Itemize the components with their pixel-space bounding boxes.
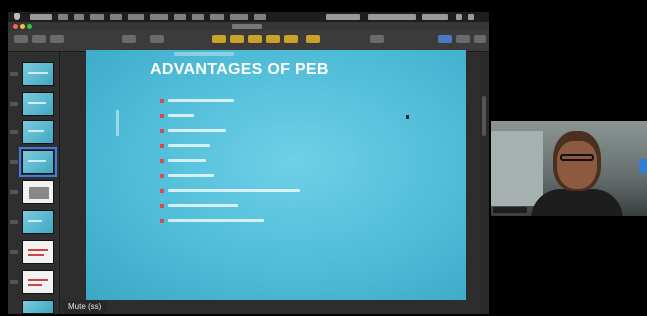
scroll-thumb[interactable] [482, 96, 486, 136]
chart-button[interactable] [230, 35, 244, 43]
keynote-toolbar [8, 31, 489, 52]
slide-number [10, 72, 18, 76]
zoom-button[interactable] [32, 35, 46, 43]
app-menu[interactable] [30, 14, 52, 20]
slide-number [10, 190, 18, 194]
camera-tab-icon[interactable] [639, 159, 647, 173]
slide-thumbnail[interactable] [22, 240, 54, 264]
bullet-marker [160, 219, 164, 223]
participant-face [557, 141, 597, 189]
view-menu[interactable] [174, 14, 186, 20]
collaborate-button[interactable] [370, 35, 384, 43]
bullet-text [168, 159, 206, 162]
slide-thumbnail[interactable] [22, 300, 54, 314]
zoom-window-icon[interactable] [27, 24, 32, 29]
status-icons[interactable] [326, 14, 360, 20]
slide-thumbnail-selected[interactable] [19, 147, 57, 177]
view-button[interactable] [14, 35, 28, 43]
participant-name-label [493, 207, 527, 213]
window-menu[interactable] [230, 14, 248, 20]
table-button[interactable] [212, 35, 226, 43]
keynote-live-button[interactable] [150, 35, 164, 43]
slide-number [10, 102, 18, 106]
apple-icon[interactable] [14, 13, 20, 20]
slide-subtitle [174, 52, 234, 56]
bullet-marker [160, 99, 164, 103]
format-menu[interactable] [128, 14, 144, 20]
slide-number [10, 130, 18, 134]
slide-number [10, 280, 18, 284]
comment-button[interactable] [306, 35, 320, 43]
bullet-text [168, 174, 214, 177]
shape-button[interactable] [266, 35, 280, 43]
slide-navigator [8, 52, 60, 314]
bullet-text [168, 219, 264, 222]
bullet-marker [160, 114, 164, 118]
close-window-icon[interactable] [13, 24, 18, 29]
minimize-window-icon[interactable] [20, 24, 25, 29]
slide-thumbnail[interactable] [22, 210, 54, 234]
bullet-marker [160, 144, 164, 148]
insert-menu[interactable] [90, 14, 104, 20]
bullet-text [168, 129, 226, 132]
bullet-marker [160, 129, 164, 133]
slide-thumbnail[interactable] [22, 120, 54, 144]
format-button[interactable] [438, 35, 452, 43]
bullet-text [168, 99, 234, 102]
mute-indicator[interactable]: Mute (ss) [62, 300, 108, 314]
participant-glasses [560, 154, 594, 161]
play-menu[interactable] [192, 14, 204, 20]
play-button[interactable] [122, 35, 136, 43]
mac-menu-bar [8, 12, 489, 22]
slide-number [10, 220, 18, 224]
bullet-marker [160, 174, 164, 178]
file-menu[interactable] [58, 14, 68, 20]
add-slide-button[interactable] [50, 35, 64, 43]
vertical-side-text [116, 110, 119, 136]
slide-thumbnail[interactable] [22, 180, 54, 204]
document-title [232, 24, 262, 29]
slide-number [10, 160, 18, 164]
text-button[interactable] [248, 35, 262, 43]
canvas-scrollbar[interactable] [480, 52, 488, 314]
system-tray[interactable] [368, 14, 416, 20]
video-background-door [491, 131, 543, 206]
mouse-pointer-icon [406, 115, 409, 119]
bullet-marker [160, 189, 164, 193]
participant-video-tile[interactable] [491, 121, 647, 216]
participant-body [531, 189, 623, 216]
edit-menu[interactable] [74, 14, 84, 20]
arrange-menu[interactable] [150, 14, 168, 20]
slide-number [10, 250, 18, 254]
help-menu[interactable] [254, 14, 266, 20]
bullet-marker [160, 204, 164, 208]
share-menu[interactable] [210, 14, 224, 20]
menu-bar-clock [422, 14, 448, 20]
animate-button[interactable] [456, 35, 470, 43]
bullet-text [168, 114, 194, 117]
media-button[interactable] [284, 35, 298, 43]
bullet-text [168, 144, 210, 147]
slide-thumbnail[interactable] [22, 92, 54, 116]
bullet-text [168, 189, 300, 192]
bullet-marker [160, 159, 164, 163]
slide-thumbnail[interactable] [22, 62, 54, 86]
control-center-icon[interactable] [456, 14, 462, 20]
slide-thumbnail[interactable] [22, 270, 54, 294]
window-title-bar [8, 22, 489, 31]
slide-title: ADVANTAGES OF PEB [150, 61, 329, 78]
document-button[interactable] [474, 35, 486, 43]
slide-menu[interactable] [110, 14, 122, 20]
bullet-text [168, 204, 238, 207]
current-slide[interactable]: ADVANTAGES OF PEB [86, 50, 466, 300]
spotlight-icon[interactable] [468, 14, 474, 20]
